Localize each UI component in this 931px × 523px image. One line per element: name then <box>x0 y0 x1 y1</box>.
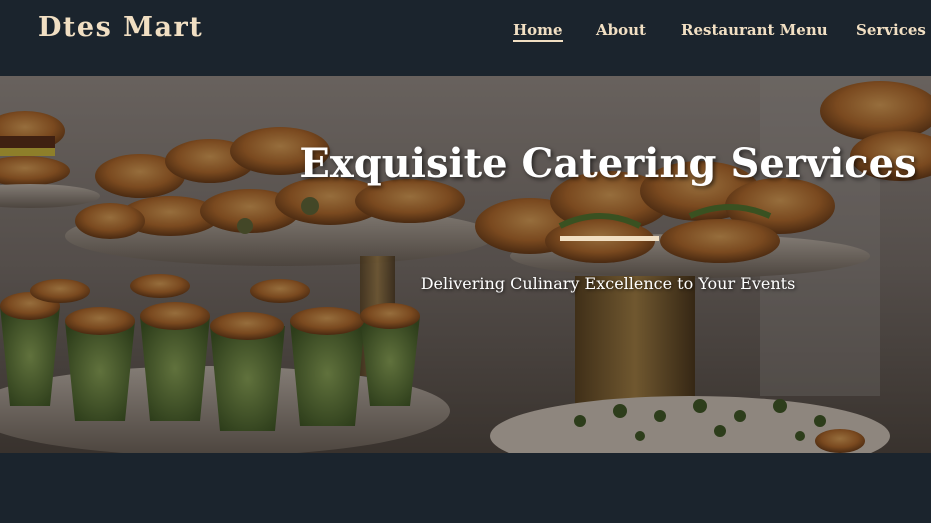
nav-services-link[interactable]: Services <box>856 21 926 39</box>
nav-home-link[interactable]: Home <box>513 21 563 42</box>
hero-subtitle: Delivering Culinary Excellence to Your E… <box>420 274 796 293</box>
hero-dark-overlay <box>0 76 931 453</box>
main-nav: Home About Restaurant Menu Services <box>0 21 931 51</box>
hero-title: Exquisite Catering Services <box>299 140 917 187</box>
page: Dtes Mart Home About Restaurant Menu Ser… <box>0 0 931 523</box>
nav-about-link[interactable]: About <box>596 21 646 39</box>
site-header: Dtes Mart Home About Restaurant Menu Ser… <box>0 0 931 76</box>
hero-section: Exquisite Catering Services Delivering C… <box>0 76 931 453</box>
hero-divider <box>560 236 659 241</box>
nav-restaurant-menu-link[interactable]: Restaurant Menu <box>681 21 828 39</box>
page-bottom-band <box>0 453 931 523</box>
